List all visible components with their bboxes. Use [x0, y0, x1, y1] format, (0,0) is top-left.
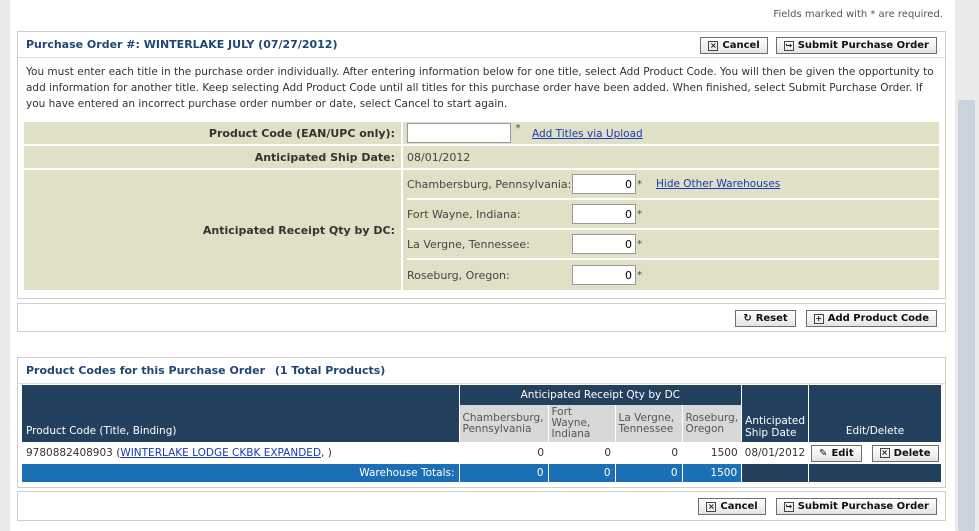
add-document-icon: + — [813, 313, 824, 324]
delete-button[interactable]: × Delete — [871, 444, 939, 462]
qty-roseburg: 1500 — [710, 447, 738, 459]
bottom-cancel-button[interactable]: × Cancel — [698, 498, 766, 515]
col-header-chambersburg: Chambersburg, Pennsylvania — [458, 405, 548, 442]
submit-document-icon: ↪ — [783, 501, 794, 512]
dc-name: Roseburg, Oregon: — [407, 268, 510, 282]
totals-blank-cell — [808, 464, 941, 482]
edit-button-label: Edit — [831, 447, 854, 459]
product-code-input[interactable] — [407, 123, 511, 143]
close-box-icon: × — [708, 40, 719, 51]
dc-row-roseburg: Roseburg, Oregon: * — [407, 260, 939, 290]
col-header-fort-wayne: Fort Wayne, Indiana — [547, 405, 615, 442]
bottom-cancel-label: Cancel — [720, 501, 758, 512]
warehouse-totals-label: Warehouse Totals: — [22, 464, 459, 482]
product-code-value: 9780882408903 — [26, 447, 113, 459]
product-codes-table: Product Code (Title, Binding) Anticipate… — [22, 385, 941, 482]
add-product-code-button[interactable]: + Add Product Code — [805, 310, 937, 327]
qty-la-vergne: 0 — [671, 447, 678, 459]
receipt-qty-label: Anticipated Receipt Qty by DC: — [22, 168, 403, 292]
product-codes-title: Product Codes for this Purchase Order — [26, 364, 265, 377]
required-star: * — [637, 238, 642, 250]
bottom-submit-purchase-order-button[interactable]: ↪ Submit Purchase Order — [775, 498, 937, 515]
edit-pencil-icon: ✎ — [819, 447, 828, 459]
total-fort-wayne: 0 — [547, 464, 615, 482]
warehouse-totals-row: Warehouse Totals: 0 0 0 1500 — [22, 464, 941, 482]
cancel-button[interactable]: × Cancel — [700, 37, 768, 54]
ship-date-label: Anticipated Ship Date: — [22, 144, 403, 170]
qty-fort-wayne: 0 — [604, 447, 611, 459]
col-header-la-vergne: La Vergne, Tennessee — [614, 405, 682, 442]
qty-input-roseburg[interactable] — [572, 265, 636, 285]
product-entry-form: Product Code (EAN/UPC only): * Add Title… — [22, 120, 941, 292]
col-header-edit-delete: Edit/Delete — [808, 385, 941, 442]
add-titles-upload-link[interactable]: Add Titles via Upload — [532, 128, 643, 140]
product-code-label: Product Code (EAN/UPC only): — [22, 120, 403, 146]
form-action-bar: ↻ Reset + Add Product Code — [17, 303, 946, 332]
table-row: 9780882408903 (WINTERLAKE LODGE CKBK EXP… — [22, 442, 941, 464]
dc-name: Chambersburg, Pennsylvania: — [407, 177, 572, 191]
purchase-order-panel: Purchase Order #: WINTERLAKE JULY (07/27… — [17, 31, 946, 299]
reset-arrow-icon: ↻ — [743, 313, 752, 324]
total-products-count: (1 Total Products) — [274, 364, 386, 377]
qty-input-la-vergne[interactable] — [572, 234, 636, 254]
required-star: * — [637, 178, 642, 190]
scrollbar-thumb[interactable] — [958, 100, 975, 531]
required-fields-note: Fields marked with * are required. — [773, 9, 943, 20]
reset-button-label: Reset — [755, 313, 788, 324]
total-roseburg: 1500 — [681, 464, 742, 482]
close-box-icon: × — [879, 448, 890, 458]
total-la-vergne: 0 — [614, 464, 682, 482]
row-ship-date: 08/01/2012 — [744, 447, 806, 459]
add-product-code-label: Add Product Code — [827, 313, 929, 324]
delete-button-label: Delete — [893, 447, 931, 459]
dc-name: Fort Wayne, Indiana: — [407, 207, 521, 221]
submit-document-icon: ↪ — [783, 40, 794, 51]
cancel-button-label: Cancel — [722, 40, 760, 51]
required-star: * — [515, 123, 521, 134]
product-codes-header: Product Codes for this Purchase Order (1… — [18, 358, 945, 384]
reset-button[interactable]: ↻ Reset — [735, 310, 796, 327]
qty-input-chambersburg[interactable] — [572, 174, 636, 194]
edit-button[interactable]: ✎ Edit — [811, 444, 862, 462]
close-box-icon: × — [706, 501, 717, 512]
bottom-submit-label: Submit Purchase Order — [797, 501, 929, 512]
dc-row-chambersburg: Chambersburg, Pennsylvania: * Hide Other… — [407, 170, 939, 200]
purchase-order-header: Purchase Order #: WINTERLAKE JULY (07/27… — [18, 32, 945, 58]
instructions-text: You must enter each title in the purchas… — [26, 66, 934, 110]
title-close-paren: , ) — [321, 447, 332, 459]
product-codes-panel: Product Codes for this Purchase Order (1… — [17, 357, 946, 488]
dc-name: La Vergne, Tennessee: — [407, 237, 530, 251]
product-code-cell: 9780882408903 (WINTERLAKE LODGE CKBK EXP… — [22, 442, 459, 464]
col-header-product-code: Product Code (Title, Binding) — [22, 385, 459, 442]
qty-input-fort-wayne[interactable] — [572, 204, 636, 224]
qty-chambersburg: 0 — [537, 447, 544, 459]
required-star: * — [637, 269, 642, 281]
window-frame-left — [0, 0, 10, 531]
bottom-action-bar: × Cancel ↪ Submit Purchase Order — [17, 491, 946, 521]
product-title-link[interactable]: WINTERLAKE LODGE CKBK EXPANDED — [120, 447, 321, 459]
total-chambersburg: 0 — [458, 464, 548, 482]
submit-button-label: Submit Purchase Order — [797, 40, 929, 51]
submit-purchase-order-button[interactable]: ↪ Submit Purchase Order — [775, 37, 937, 54]
dc-row-la-vergne: La Vergne, Tennessee: * — [407, 230, 939, 260]
col-header-ship-date: Anticipated Ship Date — [741, 385, 809, 442]
purchase-order-title: Purchase Order #: WINTERLAKE JULY (07/27… — [26, 38, 338, 51]
totals-blank-cell — [741, 464, 809, 482]
col-header-roseburg: Roseburg, Oregon — [681, 405, 742, 442]
dc-row-fort-wayne: Fort Wayne, Indiana: * — [407, 200, 939, 230]
required-star: * — [637, 208, 642, 220]
col-group-header-receipt-qty: Anticipated Receipt Qty by DC — [458, 385, 742, 405]
ship-date-value: 08/01/2012 — [401, 144, 941, 170]
hide-other-warehouses-link[interactable]: Hide Other Warehouses — [656, 178, 780, 190]
